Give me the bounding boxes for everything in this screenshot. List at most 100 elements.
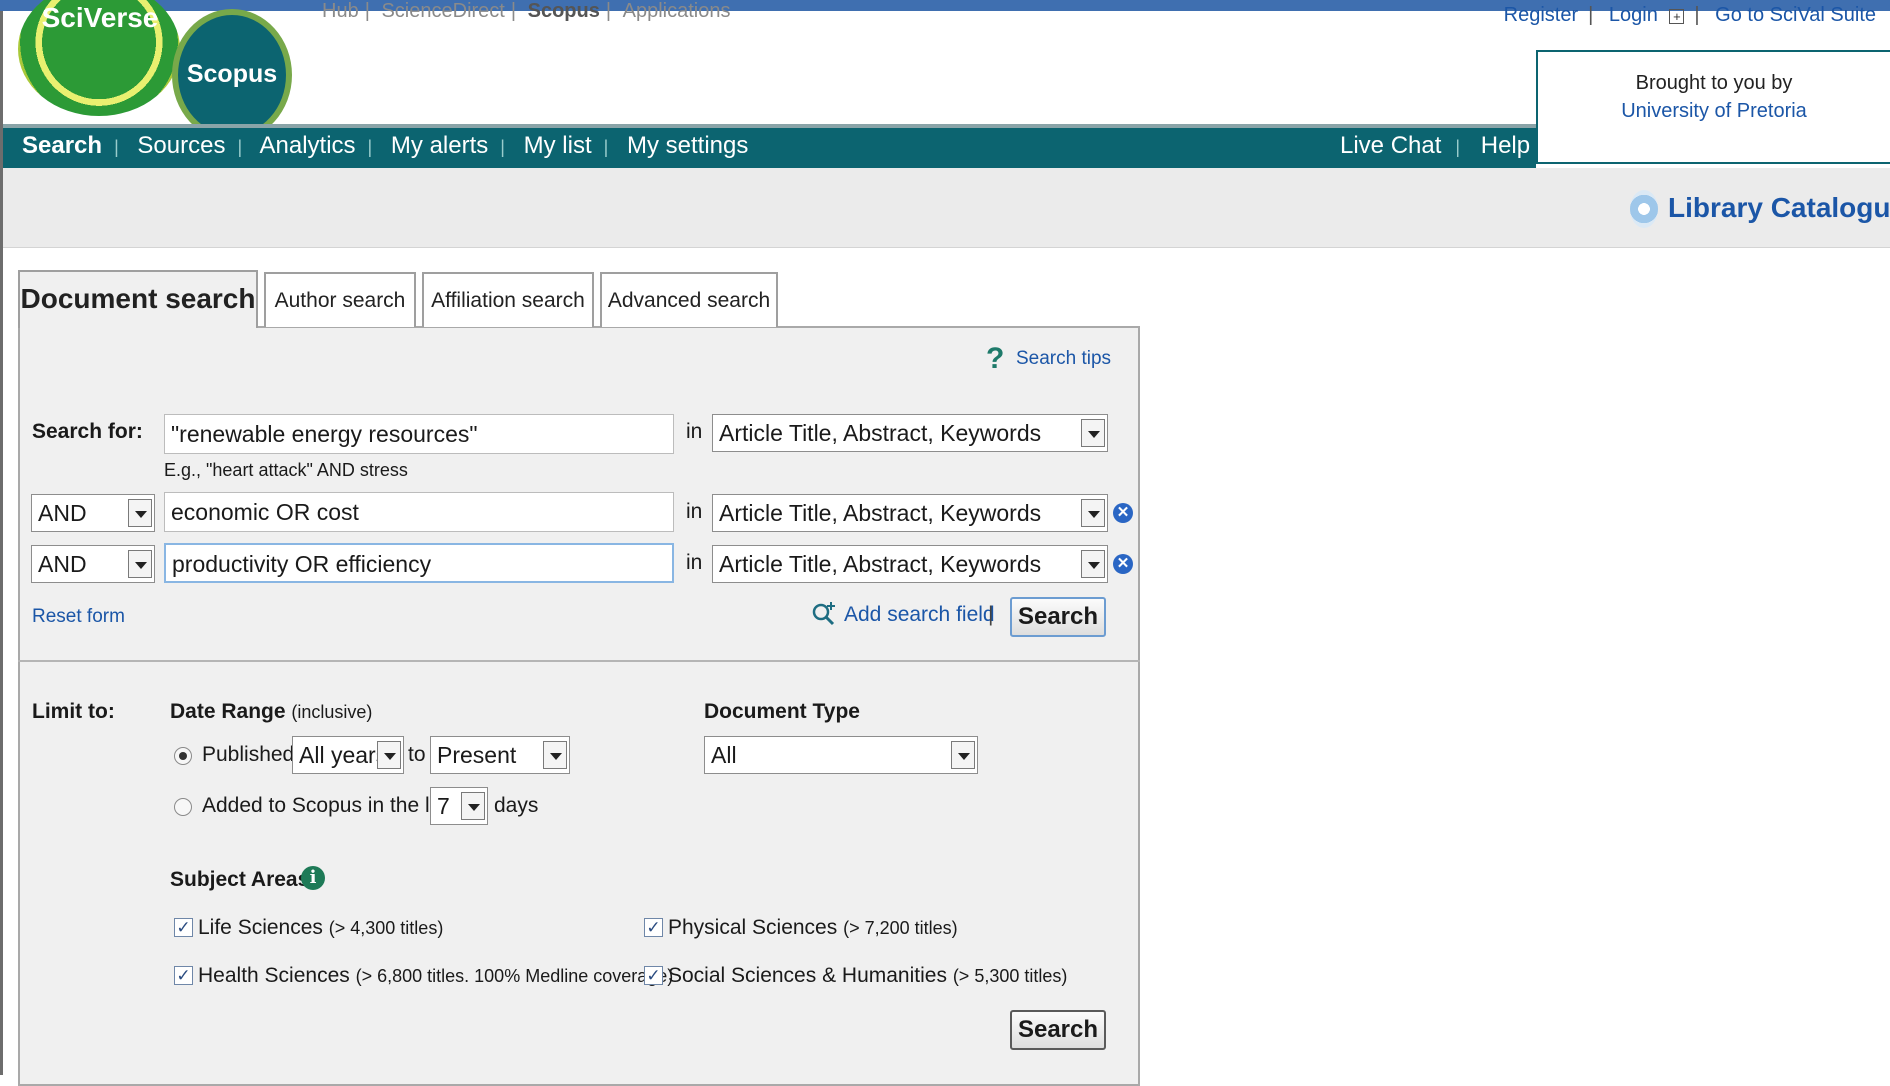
right-nav: Live Chat | Help bbox=[1340, 132, 1531, 159]
top-nav: Hub | ScienceDirect | Scopus | Applications bbox=[322, 0, 731, 22]
scope-select-2-value: Article Title, Abstract, Keywords bbox=[719, 500, 1042, 526]
separator: | bbox=[988, 603, 994, 626]
nav-search[interactable]: Search bbox=[22, 132, 102, 159]
chevron-down-icon[interactable] bbox=[1081, 499, 1105, 527]
search-tips-link[interactable]: Search tips bbox=[1016, 348, 1111, 370]
document-type-select[interactable]: All bbox=[704, 736, 978, 774]
reset-form-link[interactable]: Reset form bbox=[32, 606, 125, 628]
panel-divider bbox=[18, 660, 1140, 662]
tab-advanced-search[interactable]: Advanced search bbox=[600, 272, 778, 327]
physical-sciences-checkbox[interactable]: ✓ bbox=[644, 918, 663, 937]
tab-affiliation-search[interactable]: Affiliation search bbox=[422, 272, 594, 327]
scope-select-1[interactable]: Article Title, Abstract, Keywords bbox=[712, 414, 1108, 452]
social-sciences-name: Social Sciences & Humanities bbox=[668, 964, 947, 987]
chevron-down-icon[interactable] bbox=[543, 741, 567, 769]
login-link[interactable]: Login bbox=[1609, 4, 1658, 26]
add-field-icon[interactable] bbox=[811, 600, 837, 626]
chevron-down-icon[interactable] bbox=[461, 792, 485, 820]
chevron-down-icon[interactable] bbox=[951, 741, 975, 769]
scope-select-2[interactable]: Article Title, Abstract, Keywords bbox=[712, 494, 1108, 532]
nav-analytics[interactable]: Analytics bbox=[260, 132, 356, 159]
nav-help[interactable]: Help bbox=[1481, 132, 1530, 159]
nav-sources[interactable]: Sources bbox=[137, 132, 225, 159]
operator-select-3-value: AND bbox=[38, 551, 87, 577]
to-label: to bbox=[408, 743, 426, 766]
help-icon[interactable]: ? bbox=[986, 344, 1004, 374]
sciverse-logo-text: SciVerse bbox=[41, 2, 159, 33]
health-sciences-name: Health Sciences bbox=[198, 964, 350, 987]
days-label: days bbox=[494, 794, 539, 817]
date-range-label: Date Range bbox=[170, 700, 286, 723]
in-label-1: in bbox=[686, 420, 703, 443]
search-term-2[interactable]: economic OR cost bbox=[164, 492, 674, 532]
search-example: E.g., "heart attack" AND stress bbox=[164, 460, 408, 480]
remove-field-3-icon[interactable]: ✕ bbox=[1113, 554, 1133, 574]
date-range-heading: Date Range (inclusive) bbox=[170, 700, 372, 724]
nav-my-list[interactable]: My list bbox=[524, 132, 592, 159]
remove-field-2-icon[interactable]: ✕ bbox=[1113, 503, 1133, 523]
institution-link[interactable]: University of Pretoria bbox=[1536, 100, 1890, 123]
nav-live-chat[interactable]: Live Chat bbox=[1340, 132, 1441, 159]
social-sciences-checkbox[interactable]: ✓ bbox=[644, 966, 663, 985]
nav-my-settings[interactable]: My settings bbox=[627, 132, 748, 159]
search-for-label: Search for: bbox=[32, 420, 143, 443]
search-term-1[interactable]: "renewable energy resources" bbox=[164, 414, 674, 454]
scival-link[interactable]: Go to SciVal Suite bbox=[1715, 4, 1876, 26]
topnav-applications[interactable]: Applications bbox=[623, 0, 731, 22]
health-sciences-checkbox[interactable]: ✓ bbox=[174, 966, 193, 985]
chevron-down-icon[interactable] bbox=[377, 741, 401, 769]
life-sciences-name: Life Sciences bbox=[198, 916, 323, 939]
from-year-select[interactable]: All years bbox=[292, 736, 404, 774]
social-sciences-label: Social Sciences & Humanities (> 5,300 ti… bbox=[668, 964, 1067, 988]
social-sciences-note: (> 5,300 titles) bbox=[952, 966, 1068, 986]
search-term-3[interactable]: productivity OR efficiency bbox=[164, 543, 674, 583]
subject-areas-label: Subject Areas bbox=[170, 868, 310, 891]
brought-by-text: Brought to you by bbox=[1635, 72, 1793, 94]
days-select[interactable]: 7 bbox=[430, 787, 488, 825]
document-type-label: Document Type bbox=[704, 700, 860, 723]
scope-select-3[interactable]: Article Title, Abstract, Keywords bbox=[712, 545, 1108, 583]
in-label-3: in bbox=[686, 551, 703, 574]
scope-select-3-value: Article Title, Abstract, Keywords bbox=[719, 551, 1042, 577]
search-button[interactable]: Search bbox=[1010, 597, 1106, 637]
in-label-2: in bbox=[686, 500, 703, 523]
topnav-sciencedirect[interactable]: ScienceDirect bbox=[381, 0, 504, 22]
to-year-select[interactable]: Present bbox=[430, 736, 570, 774]
published-label: Published bbox=[202, 743, 295, 766]
physical-sciences-label: Physical Sciences (> 7,200 titles) bbox=[668, 916, 958, 940]
topnav-hub[interactable]: Hub bbox=[322, 0, 359, 22]
operator-select-3[interactable]: AND bbox=[31, 545, 155, 583]
health-sciences-label: Health Sciences (> 6,800 titles. 100% Me… bbox=[198, 964, 673, 988]
topnav-scopus[interactable]: Scopus bbox=[528, 0, 600, 22]
operator-select-2[interactable]: AND bbox=[31, 494, 155, 532]
added-radio[interactable] bbox=[174, 798, 192, 816]
published-radio[interactable] bbox=[174, 747, 192, 765]
tab-document-search[interactable]: Document search bbox=[18, 270, 258, 328]
operator-select-2-value: AND bbox=[38, 500, 87, 526]
added-label: Added to Scopus in the last bbox=[202, 794, 458, 817]
health-sciences-note: (> 6,800 titles. 100% Medline coverage) bbox=[355, 966, 674, 986]
scope-select-1-value: Article Title, Abstract, Keywords bbox=[719, 420, 1042, 446]
search-button-bottom[interactable]: Search bbox=[1010, 1010, 1106, 1050]
library-catalogue-link[interactable]: Library Catalogue bbox=[1668, 192, 1890, 224]
nav-my-alerts[interactable]: My alerts bbox=[391, 132, 488, 159]
document-type-value: All bbox=[711, 742, 737, 768]
inclusive-note: (inclusive) bbox=[291, 702, 373, 722]
user-links: Register | Login + | Go to SciVal Suite bbox=[1503, 4, 1876, 26]
chevron-down-icon[interactable] bbox=[128, 550, 152, 578]
limit-to-label: Limit to: bbox=[32, 700, 115, 723]
life-sciences-checkbox[interactable]: ✓ bbox=[174, 918, 193, 937]
add-search-field-link[interactable]: Add search field bbox=[844, 603, 995, 627]
left-border bbox=[0, 11, 3, 1075]
info-icon[interactable]: i bbox=[301, 866, 325, 890]
chevron-down-icon[interactable] bbox=[128, 499, 152, 527]
to-year-value: Present bbox=[437, 742, 517, 768]
plus-icon[interactable]: + bbox=[1669, 9, 1685, 24]
register-link[interactable]: Register bbox=[1504, 4, 1578, 26]
chevron-down-icon[interactable] bbox=[1081, 419, 1105, 447]
from-year-value: All years bbox=[299, 742, 388, 768]
life-sciences-note: (> 4,300 titles) bbox=[328, 918, 444, 938]
tab-author-search[interactable]: Author search bbox=[264, 272, 416, 327]
library-catalogue-icon bbox=[1630, 190, 1658, 228]
chevron-down-icon[interactable] bbox=[1081, 550, 1105, 578]
